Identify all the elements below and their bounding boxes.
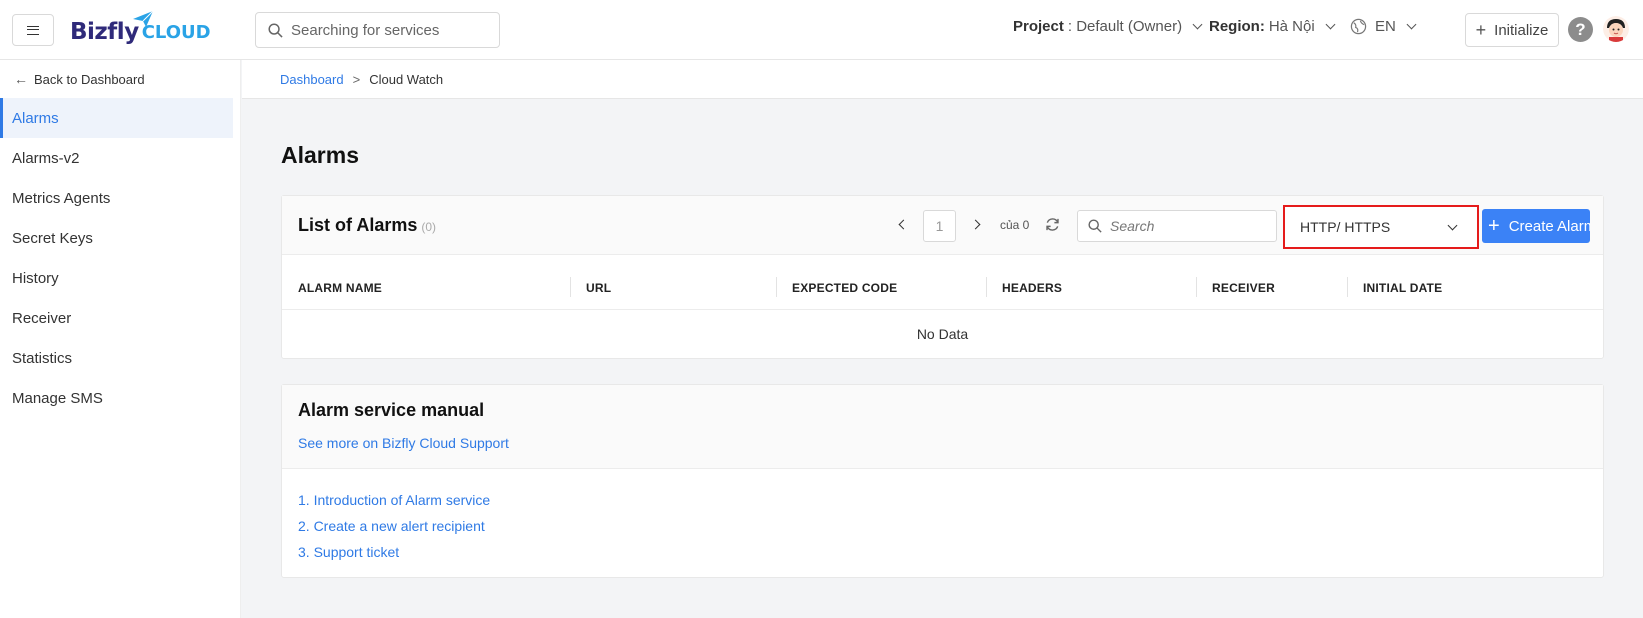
sidebar-item-secret-keys[interactable]: Secret Keys (0, 218, 233, 258)
refresh-icon[interactable] (1044, 216, 1061, 233)
hamburger-icon (27, 25, 39, 35)
table-header: ALARM NAME URL EXPECTED CODE HEADERS REC… (282, 255, 1603, 310)
column-divider (986, 277, 987, 297)
bizfly-logo[interactable]: Bizfly CLOUD (70, 10, 211, 48)
initialize-label: Initialize (1494, 21, 1549, 39)
column-divider (570, 277, 571, 297)
alarms-list-title: List of Alarms (0) (298, 215, 436, 236)
region-selector[interactable]: Region: Hà Nội (1209, 18, 1336, 35)
page-number-input[interactable] (923, 210, 956, 242)
alarms-list-title-text: List of Alarms (298, 215, 418, 235)
alarms-list-card: List of Alarms(0) của 0 HTTP/ HTTPS + Cr… (281, 195, 1604, 359)
sidebar-item-statistics[interactable]: Statistics (0, 338, 233, 378)
sidebar-item-alarms[interactable]: Alarms (0, 98, 233, 138)
chevron-left-icon[interactable] (897, 218, 907, 232)
chevron-down-icon (1325, 19, 1336, 30)
region-label: Region: (1209, 18, 1265, 35)
back-label: Back to Dashboard (34, 71, 145, 87)
alarms-list-toolbar: List of Alarms(0) của 0 HTTP/ HTTPS + Cr… (282, 196, 1603, 255)
globe-icon (1350, 18, 1367, 35)
back-to-dashboard-link[interactable]: ← Back to Dashboard (14, 71, 145, 87)
page-title: Alarms (281, 142, 359, 168)
top-header: Bizfly CLOUD Project : Default (Owner) R… (0, 0, 1643, 60)
column-header-initial-date[interactable]: INITIAL DATE (1363, 281, 1442, 295)
total-pages: của 0 (1000, 218, 1030, 232)
sidebar-item-manage-sms[interactable]: Manage SMS (0, 378, 233, 418)
column-divider (776, 277, 777, 297)
manual-item-introduction[interactable]: 1. Introduction of Alarm service (298, 487, 490, 513)
sidebar-item-receiver[interactable]: Receiver (0, 298, 233, 338)
column-header-url[interactable]: URL (586, 281, 611, 295)
breadcrumb-separator: > (352, 71, 361, 87)
manual-list: 1. Introduction of Alarm service 2. Crea… (298, 487, 490, 565)
service-search-input[interactable] (291, 21, 491, 39)
sidebar: ← Back to Dashboard Alarms Alarms-v2 Met… (0, 60, 241, 618)
empty-table-message: No Data (916, 326, 969, 342)
initialize-button[interactable]: + Initialize (1465, 13, 1559, 47)
search-icon (1088, 219, 1102, 233)
breadcrumb-current: Cloud Watch (369, 71, 444, 87)
alarm-search-input[interactable] (1110, 218, 1260, 234)
alarm-manual-card: Alarm service manual See more on Bizfly … (281, 384, 1604, 578)
chevron-down-icon (1192, 19, 1203, 30)
breadcrumb-dashboard-link[interactable]: Dashboard (280, 72, 344, 87)
sidebar-item-metrics-agents[interactable]: Metrics Agents (0, 178, 233, 218)
column-divider (1196, 277, 1197, 297)
project-label: Project (1013, 18, 1064, 35)
column-divider (1347, 277, 1348, 297)
service-search[interactable] (255, 12, 500, 48)
create-alarm-button[interactable]: + Create Alarm (1482, 209, 1590, 243)
language-selector[interactable]: EN (1350, 18, 1417, 35)
sidebar-item-history[interactable]: History (0, 258, 233, 298)
manual-item-create-recipient[interactable]: 2. Create a new alert recipient (298, 513, 490, 539)
plus-icon: + (1488, 215, 1500, 237)
paper-plane-icon (133, 10, 154, 27)
column-header-receiver[interactable]: RECEIVER (1212, 281, 1275, 295)
user-avatar-icon (1603, 16, 1629, 42)
column-header-alarm-name[interactable]: ALARM NAME (298, 281, 382, 295)
region-value: Hà Nội (1268, 18, 1315, 35)
alarm-type-value: HTTP/ HTTPS (1300, 219, 1391, 235)
alarm-search[interactable] (1077, 210, 1277, 242)
project-selector[interactable]: Project : Default (Owner) (1013, 18, 1203, 35)
manual-item-support-ticket[interactable]: 3. Support ticket (298, 539, 490, 565)
chevron-right-icon[interactable] (972, 218, 982, 232)
column-header-expected-code[interactable]: EXPECTED CODE (792, 281, 897, 295)
alarms-count: (0) (421, 220, 437, 234)
manual-title: Alarm service manual (298, 400, 485, 420)
manual-header: Alarm service manual See more on Bizfly … (282, 385, 1603, 469)
language-value: EN (1375, 18, 1396, 35)
chevron-down-icon (1447, 220, 1458, 231)
project-value: : Default (Owner) (1067, 18, 1183, 35)
create-alarm-label: Create Alarm (1508, 217, 1590, 235)
sidebar-nav: Alarms Alarms-v2 Metrics Agents Secret K… (0, 98, 233, 418)
logo-text: Bizfly (70, 19, 139, 45)
breadcrumb: Dashboard > Cloud Watch (242, 60, 1643, 99)
search-icon (268, 22, 283, 38)
menu-toggle-button[interactable] (12, 14, 54, 46)
arrow-left-icon: ← (14, 71, 28, 87)
support-link[interactable]: See more on Bizfly Cloud Support (298, 435, 509, 451)
alarm-type-select[interactable]: HTTP/ HTTPS (1283, 205, 1479, 249)
column-header-headers[interactable]: HEADERS (1002, 281, 1062, 295)
sidebar-item-alarms-v2[interactable]: Alarms-v2 (0, 138, 233, 178)
plus-icon: + (1475, 19, 1487, 40)
help-icon[interactable]: ? (1568, 17, 1593, 42)
chevron-down-icon (1406, 19, 1417, 30)
avatar[interactable] (1603, 16, 1629, 42)
